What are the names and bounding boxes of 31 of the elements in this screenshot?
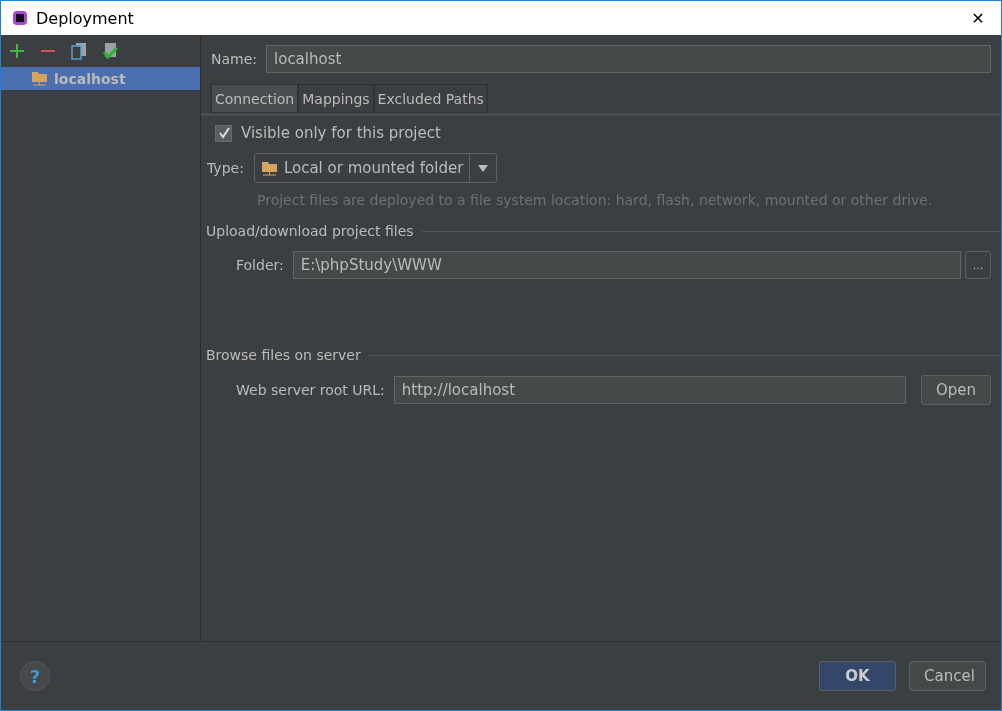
cancel-button[interactable]: Cancel	[909, 661, 986, 691]
dropdown-arrow-icon	[478, 164, 489, 172]
section-title: Browse files on server	[206, 347, 361, 363]
tab[interactable]: Connection	[211, 84, 299, 113]
open-button[interactable]: Open	[920, 375, 991, 405]
field-label: Web server root URL:	[236, 382, 385, 398]
type-dropdown[interactable]: Local or mounted folder	[253, 153, 498, 183]
browse-button[interactable]: ...	[965, 251, 991, 279]
field-label: Name:	[211, 51, 258, 67]
name-field[interactable]: localhost	[266, 45, 991, 73]
url-field[interactable]: http://localhost	[393, 376, 906, 404]
help-button[interactable]: ?	[20, 661, 50, 691]
field-label: Folder:	[236, 257, 284, 273]
folder-field[interactable]: E:\phpStudy\WWW	[292, 251, 961, 279]
tab[interactable]: Mappings	[298, 84, 374, 113]
checkbox[interactable]	[215, 124, 232, 142]
copy-icon[interactable]	[71, 42, 87, 60]
section-title: Upload/download project files	[206, 223, 414, 239]
add-icon[interactable]	[9, 43, 25, 59]
ok-button[interactable]: OK	[819, 661, 896, 691]
checkbox-label: Visible only for this project	[241, 124, 441, 142]
window-title: Deployment	[36, 8, 135, 28]
sidebar-item[interactable]: localhost	[1, 67, 200, 90]
app-logo-icon	[12, 10, 28, 26]
field-label: Type:	[207, 160, 244, 176]
tab[interactable]: Excluded Paths	[373, 84, 488, 113]
close-button[interactable]: ✕	[955, 1, 1001, 35]
sidebar-item-label: localhost	[54, 70, 126, 87]
folder-network-icon	[260, 160, 278, 176]
server-check-icon[interactable]	[102, 42, 118, 60]
folder-network-icon	[31, 71, 48, 86]
